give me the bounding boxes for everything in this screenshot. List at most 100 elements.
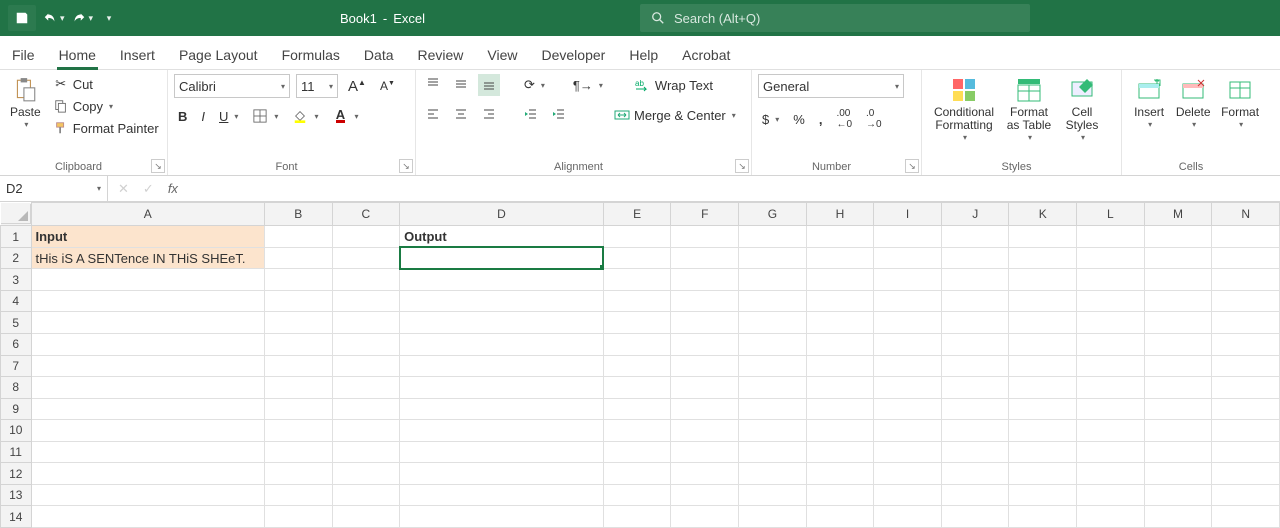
cell[interactable] — [332, 398, 400, 420]
cell[interactable] — [671, 506, 739, 528]
orientation-button[interactable]: ⟳▾ — [520, 75, 549, 95]
cell-styles-button[interactable]: Cell Styles▾ — [1058, 74, 1106, 145]
redo-button[interactable]: ▾ — [71, 10, 94, 26]
column-header[interactable]: E — [603, 203, 671, 226]
tab-developer[interactable]: Developer — [540, 41, 608, 69]
format-painter-button[interactable]: Format Painter — [49, 118, 163, 138]
cell[interactable] — [1144, 420, 1212, 442]
cell[interactable] — [1077, 398, 1145, 420]
column-header[interactable]: A — [31, 203, 264, 226]
cell[interactable] — [671, 484, 739, 506]
cell[interactable] — [806, 441, 874, 463]
column-header[interactable]: G — [739, 203, 807, 226]
cell[interactable] — [1212, 506, 1280, 528]
cell[interactable] — [264, 441, 332, 463]
cell[interactable] — [1077, 290, 1145, 312]
cell[interactable] — [739, 441, 807, 463]
cell[interactable] — [941, 441, 1009, 463]
number-format-select[interactable]: General ▾ — [758, 74, 904, 98]
cell[interactable] — [264, 463, 332, 485]
tab-formulas[interactable]: Formulas — [280, 41, 342, 69]
cell[interactable] — [332, 463, 400, 485]
row-header[interactable]: 1 — [1, 226, 32, 248]
cell[interactable] — [264, 484, 332, 506]
cell[interactable] — [264, 377, 332, 399]
cell[interactable] — [1009, 441, 1077, 463]
cell[interactable] — [1009, 355, 1077, 377]
cell[interactable] — [671, 247, 739, 269]
cell[interactable] — [739, 290, 807, 312]
cell[interactable] — [1212, 247, 1280, 269]
row-header[interactable]: 7 — [1, 355, 32, 377]
column-header[interactable]: I — [874, 203, 942, 226]
row-header[interactable]: 13 — [1, 484, 32, 506]
cell[interactable] — [31, 333, 264, 355]
cell[interactable] — [874, 506, 942, 528]
cell[interactable] — [332, 333, 400, 355]
cell[interactable] — [806, 420, 874, 442]
row-header[interactable]: 12 — [1, 463, 32, 485]
merge-center-button[interactable]: Merge & Center ▾ — [610, 105, 740, 125]
cell[interactable] — [941, 420, 1009, 442]
cell[interactable] — [806, 355, 874, 377]
cell[interactable] — [264, 355, 332, 377]
comma-format-button[interactable]: , — [815, 110, 827, 129]
cell[interactable] — [264, 398, 332, 420]
cell[interactable] — [264, 333, 332, 355]
font-size-select[interactable]: 11 ▾ — [296, 74, 338, 98]
cell[interactable] — [603, 226, 671, 248]
formula-input[interactable] — [188, 176, 1280, 201]
cell[interactable] — [400, 355, 604, 377]
cell[interactable] — [941, 333, 1009, 355]
cell[interactable] — [31, 463, 264, 485]
cell[interactable] — [1212, 377, 1280, 399]
cell[interactable] — [31, 312, 264, 334]
cell[interactable] — [806, 463, 874, 485]
search-input[interactable]: Search (Alt+Q) — [640, 4, 1030, 32]
cell[interactable] — [874, 377, 942, 399]
cell[interactable] — [603, 247, 671, 269]
cell[interactable] — [332, 377, 400, 399]
cell[interactable] — [671, 290, 739, 312]
cell[interactable] — [1077, 484, 1145, 506]
accounting-format-button[interactable]: $▾ — [758, 110, 783, 129]
tab-data[interactable]: Data — [362, 41, 396, 69]
cell[interactable] — [874, 290, 942, 312]
cell[interactable] — [400, 247, 604, 269]
row-header[interactable]: 5 — [1, 312, 32, 334]
cell[interactable] — [400, 463, 604, 485]
cell[interactable] — [31, 355, 264, 377]
cell[interactable] — [671, 312, 739, 334]
cell[interactable] — [1077, 377, 1145, 399]
number-launcher[interactable]: ↘ — [905, 159, 919, 173]
cell[interactable] — [31, 484, 264, 506]
select-all-cells[interactable] — [1, 204, 31, 224]
decrease-decimal-button[interactable]: .0→0 — [862, 106, 886, 132]
cell[interactable] — [1009, 420, 1077, 442]
align-right-button[interactable] — [478, 104, 500, 126]
shrink-font-button[interactable]: A▼ — [376, 77, 399, 95]
cell[interactable] — [1144, 463, 1212, 485]
cell[interactable] — [874, 312, 942, 334]
cell[interactable] — [806, 290, 874, 312]
cell[interactable] — [264, 312, 332, 334]
column-header[interactable]: K — [1009, 203, 1077, 226]
cell[interactable] — [1009, 247, 1077, 269]
cell[interactable] — [941, 463, 1009, 485]
cut-button[interactable]: ✂ Cut — [49, 74, 163, 94]
cell[interactable] — [1009, 312, 1077, 334]
cell[interactable] — [806, 247, 874, 269]
cell[interactable] — [941, 312, 1009, 334]
percent-format-button[interactable]: % — [789, 110, 809, 129]
cell[interactable]: Output — [400, 226, 604, 248]
cell[interactable] — [1077, 441, 1145, 463]
cell[interactable] — [739, 355, 807, 377]
conditional-formatting-button[interactable]: Conditional Formatting▾ — [928, 74, 1000, 145]
cell[interactable] — [264, 506, 332, 528]
cell[interactable] — [1077, 463, 1145, 485]
column-header[interactable]: D — [400, 203, 604, 226]
alignment-launcher[interactable]: ↘ — [735, 159, 749, 173]
cell[interactable] — [400, 441, 604, 463]
tab-page-layout[interactable]: Page Layout — [177, 41, 260, 69]
insert-function-button[interactable]: fx — [168, 181, 178, 196]
